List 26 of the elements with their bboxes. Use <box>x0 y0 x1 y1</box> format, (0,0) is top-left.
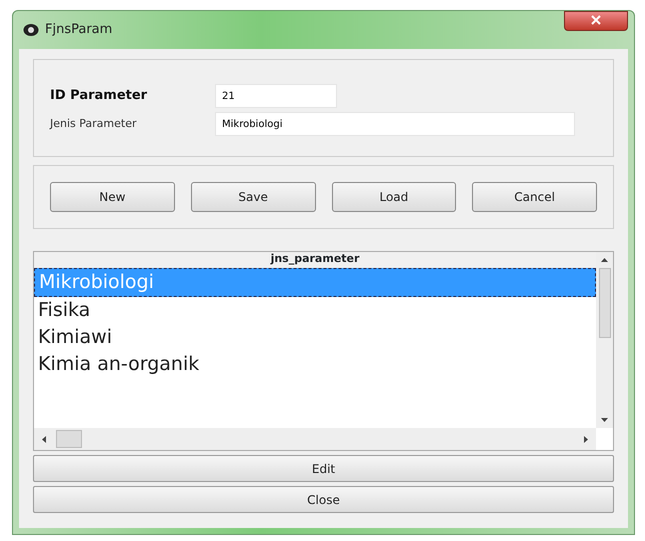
vertical-scrollbar[interactable] <box>596 252 613 428</box>
input-field[interactable]: Mikrobiologi <box>215 112 575 136</box>
column-header: jns_parameter <box>34 252 596 268</box>
close-button[interactable] <box>564 11 628 31</box>
action-button[interactable]: Load <box>332 182 456 212</box>
window-title: FjnsParam <box>45 21 112 40</box>
close-icon <box>591 15 601 26</box>
field-label: Jenis Parameter <box>50 116 138 132</box>
action-button[interactable]: Cancel <box>472 182 597 212</box>
list-item[interactable]: Kimiawi <box>34 324 596 351</box>
app-icon <box>23 23 39 37</box>
left-arrow-icon[interactable] <box>42 436 46 442</box>
up-arrow-icon[interactable] <box>601 258 608 262</box>
right-arrow-icon[interactable] <box>584 436 588 442</box>
action-button[interactable]: Save <box>190 182 316 212</box>
action-button[interactable]: Edit <box>33 455 614 482</box>
scrollbar-thumb[interactable] <box>598 268 610 338</box>
field-label: ID Parameter <box>50 87 148 106</box>
action-button[interactable]: Close <box>33 486 614 513</box>
list-item[interactable]: Fisika <box>34 297 596 324</box>
down-arrow-icon[interactable] <box>601 418 608 422</box>
action-button[interactable]: New <box>50 182 175 212</box>
scrollbar-thumb[interactable] <box>56 430 82 448</box>
horizontal-scrollbar[interactable] <box>34 428 596 450</box>
input-field[interactable]: 21 <box>215 84 337 108</box>
list-item[interactable]: Kimia an-organik <box>34 351 596 378</box>
